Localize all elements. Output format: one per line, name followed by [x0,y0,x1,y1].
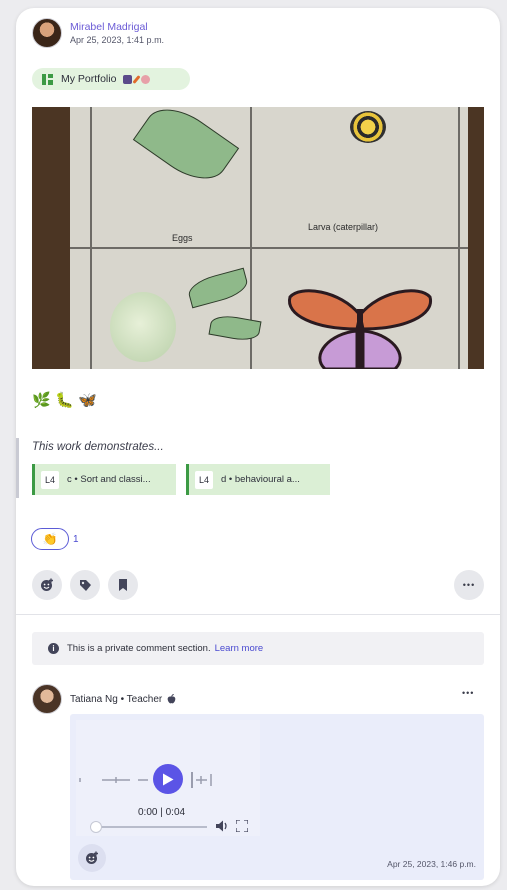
skill-text: d • behavioural a... [221,474,300,485]
bee-figure [350,111,386,143]
paper-divider-left [90,107,92,369]
comment-header: Tatiana Ng • Teacher [32,684,176,714]
audio-player: 0:00 | 0:04 [76,720,260,836]
comment-more-button[interactable]: ••• [462,688,474,698]
worksheet-paper: Eggs Larva (caterpillar) [70,107,468,369]
fullscreen-icon[interactable] [236,820,248,832]
oak-leaf-drawing [132,107,240,193]
paper-divider-right [458,107,460,369]
comment-body: 0:00 | 0:04 Apr 25, 2023, 1:46 p.m. [70,714,484,880]
book-icon [123,74,133,84]
pencil-icon [132,74,141,84]
post-more-button[interactable]: ••• [454,570,484,600]
bookmark-button[interactable] [108,570,138,600]
post-emoji-row: 🌿 🐛 🦋 [32,390,97,409]
private-comment-notice: i This is a private comment section. Lea… [32,632,484,665]
post-date: Apr 25, 2023, 1:41 p.m. [70,35,165,45]
audio-seek-handle[interactable] [90,821,102,833]
leaf-drawing-lower [208,312,262,344]
butterfly-drawing [288,289,432,369]
larva-label: Larva (caterpillar) [308,222,379,232]
post-photo[interactable]: Eggs Larva (caterpillar) [32,107,484,369]
caterpillar-emoji: 🐛 [55,391,74,409]
post-header: Mirabel Madrigal Apr 25, 2023, 1:41 p.m. [32,18,164,48]
play-button[interactable] [153,764,183,794]
apple-icon [167,694,176,704]
learn-more-link[interactable]: Learn more [215,643,264,654]
volume-icon[interactable] [216,820,230,832]
private-notice-text: This is a private comment section. [67,643,211,654]
audio-seek-track[interactable] [91,826,207,828]
play-icon [163,773,174,785]
skill-tag[interactable]: L4 d • behavioural a... [186,464,330,495]
bookmark-icon [119,579,127,591]
folder-grid-icon [42,73,53,85]
reaction-summary: 👏 1 [31,528,79,550]
audio-time: 0:00 | 0:04 [138,807,186,818]
skill-text: c • Sort and classi... [67,474,151,485]
author-name[interactable]: Mirabel Madrigal [70,20,164,34]
brain-icon [141,74,151,84]
leaf-drawing-upper [185,267,251,309]
tag-button[interactable] [70,570,100,600]
folder-label: My Portfolio [61,73,117,85]
eggs-label: Eggs [172,233,193,243]
butterfly-emoji: 🦋 [78,391,97,409]
paper-divider-horizontal [70,247,468,249]
comment-date: Apr 25, 2023, 1:46 p.m. [387,859,476,869]
skills-accent-bar [16,438,19,498]
clap-reaction-button[interactable]: 👏 [31,528,69,550]
skill-tag[interactable]: L4 c • Sort and classi... [32,464,176,495]
more-icon: ••• [462,580,476,590]
section-divider [16,614,500,615]
herb-emoji: 🌿 [32,391,51,409]
comment-add-reaction-button[interactable] [78,844,106,872]
reaction-count[interactable]: 1 [73,534,79,545]
cabbage-figure [110,292,176,362]
audio-waveform-right [191,772,212,788]
commenter-name: Tatiana Ng • Teacher [70,693,163,705]
author-avatar[interactable] [32,18,62,48]
commenter-avatar[interactable] [32,684,62,714]
skill-level: L4 [41,470,59,489]
audio-waveform-left [79,777,148,783]
author-meta: Mirabel Madrigal Apr 25, 2023, 1:41 p.m. [70,20,164,46]
post-card: Mirabel Madrigal Apr 25, 2023, 1:41 p.m.… [16,8,500,886]
folder-pill[interactable]: My Portfolio [32,68,190,90]
add-emoji-icon [86,851,98,864]
add-emoji-icon [41,578,53,591]
info-icon: i [48,643,59,654]
skills-section: This work demonstrates... L4 c • Sort an… [16,438,500,498]
add-reaction-button[interactable] [32,570,62,600]
skills-title: This work demonstrates... [32,441,164,453]
clap-emoji: 👏 [42,532,58,546]
skill-level: L4 [195,470,213,489]
tag-icon [79,579,91,591]
